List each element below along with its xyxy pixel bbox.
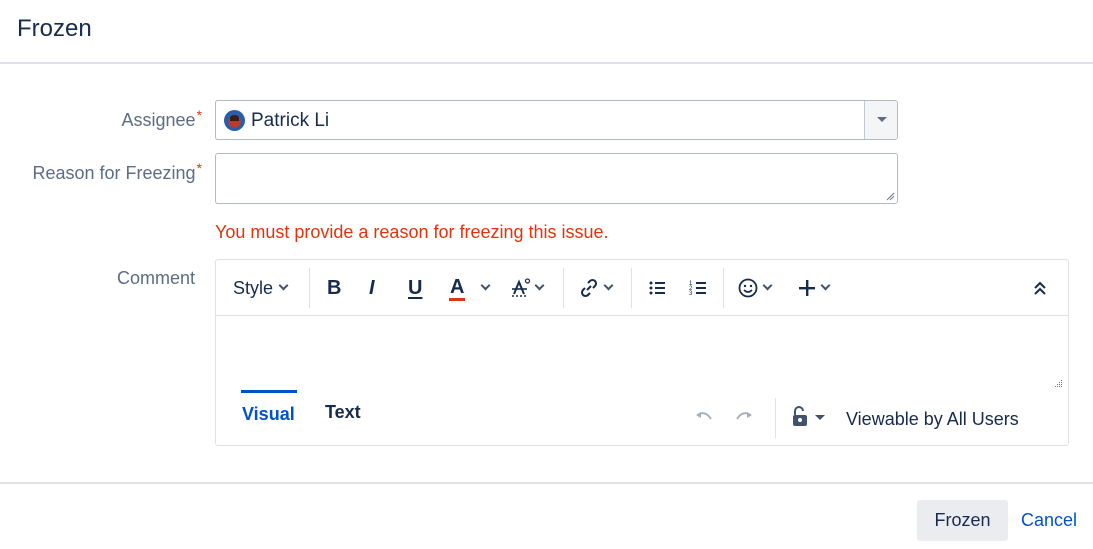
insert-more-button[interactable] — [798, 274, 831, 302]
assignee-label: Assignee* — [0, 107, 202, 131]
reason-label: Reason for Freezing* — [0, 160, 202, 184]
text-color-dropdown[interactable] — [480, 274, 491, 302]
bold-button[interactable]: B — [327, 274, 341, 302]
numbered-list-icon: 1 2 3 — [689, 281, 706, 297]
comment-editor: Style B I U A 1 2 3 Visual Text Viewable… — [215, 259, 1069, 446]
comment-label: Comment — [116, 268, 195, 288]
visibility-dropdown[interactable] — [791, 406, 825, 428]
editor-toolbar: Style B I U A 1 2 3 — [216, 260, 1068, 316]
style-dropdown[interactable]: Style — [233, 274, 289, 302]
toolbar-divider — [631, 268, 632, 308]
tab-visual[interactable]: Visual — [241, 390, 297, 425]
resize-handle-icon[interactable] — [885, 191, 895, 201]
required-asterisk: * — [196, 107, 202, 123]
bullet-list-button[interactable] — [648, 274, 666, 302]
undo-button[interactable] — [694, 410, 714, 429]
unlock-icon — [793, 406, 807, 426]
comment-text-area[interactable] — [216, 316, 1068, 392]
required-asterisk: * — [196, 160, 202, 176]
assignee-dropdown-button[interactable] — [864, 101, 897, 139]
undo-icon — [696, 412, 712, 420]
chevron-down-icon — [820, 280, 831, 290]
toolbar-divider — [775, 398, 776, 438]
svg-text:3: 3 — [689, 291, 693, 297]
underline-icon: U — [408, 276, 423, 299]
smiley-icon — [738, 278, 758, 298]
toolbar-divider — [723, 268, 724, 308]
cancel-link[interactable]: Cancel — [1021, 510, 1077, 531]
reason-error-message: You must provide a reason for freezing t… — [215, 222, 609, 242]
emoji-button[interactable] — [738, 274, 773, 302]
plus-icon — [799, 280, 815, 296]
text-color-icon: A — [449, 276, 466, 301]
link-button[interactable] — [579, 274, 614, 302]
bold-icon: B — [327, 276, 342, 299]
underline-button[interactable]: U — [408, 274, 422, 302]
caret-down-icon — [877, 117, 887, 122]
chevron-down-icon — [278, 280, 289, 290]
caret-down-icon — [815, 414, 825, 420]
clear-formatting-icon — [512, 278, 531, 297]
link-icon — [580, 278, 598, 298]
editor-bottom-bar: Visual Text Viewable by All Users — [216, 390, 1068, 445]
bullet-list-icon — [649, 281, 665, 295]
toolbar-divider — [563, 268, 564, 308]
redo-button[interactable] — [734, 410, 754, 429]
double-chevron-up-icon — [1034, 281, 1046, 295]
assignee-value: Patrick Li — [251, 110, 330, 131]
chevron-down-icon — [534, 280, 545, 290]
italic-icon: I — [369, 276, 375, 299]
chevron-down-icon — [603, 280, 614, 290]
tab-text[interactable]: Text — [325, 402, 361, 423]
italic-button[interactable]: I — [369, 274, 375, 302]
footer-divider — [0, 482, 1093, 484]
chevron-down-icon — [762, 280, 773, 290]
chevron-down-icon — [480, 280, 491, 290]
avatar — [224, 110, 245, 131]
numbered-list-button[interactable]: 1 2 3 — [689, 274, 707, 302]
dialog-header: Frozen — [0, 0, 1093, 64]
dialog-title: Frozen — [17, 15, 92, 42]
style-label: Style — [233, 277, 274, 298]
visibility-label: Viewable by All Users — [846, 409, 1019, 429]
reason-textarea[interactable] — [215, 153, 898, 204]
toolbar-divider — [309, 268, 310, 308]
frozen-submit-button[interactable]: Frozen — [917, 500, 1008, 541]
redo-icon — [736, 412, 752, 420]
assignee-label-text: Assignee — [121, 110, 196, 130]
assignee-select[interactable]: Patrick Li — [215, 100, 898, 140]
resize-handle-icon[interactable] — [1053, 378, 1063, 388]
clear-formatting-button[interactable] — [510, 274, 545, 302]
text-color-button[interactable]: A — [449, 274, 466, 302]
reason-label-text: Reason for Freezing — [32, 163, 196, 183]
collapse-toolbar-button[interactable] — [1033, 274, 1047, 302]
